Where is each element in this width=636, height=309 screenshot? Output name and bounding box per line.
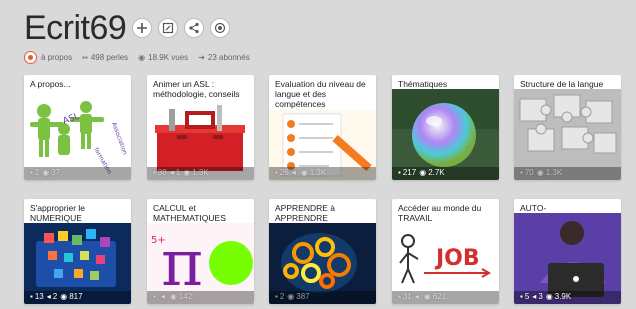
page-header: Ecrit69 [24, 6, 231, 50]
page-title: Ecrit69 [24, 8, 127, 47]
card-footer: ▪ ◂ ◉ 142 [153, 292, 193, 301]
grid-icon: ▪ [398, 168, 401, 177]
svg-text:π: π [161, 227, 203, 301]
eye-icon: ◉ [169, 292, 177, 301]
eye-icon: ◉ [138, 52, 146, 62]
card-evaluation[interactable]: Evaluation du niveau de langue et des co… [269, 75, 376, 180]
card-title: Thématiques [398, 79, 448, 89]
avatar[interactable] [24, 50, 37, 64]
card-title: Evaluation du niveau de langue et des co… [275, 79, 366, 109]
card-footer: ▪ 2 ◉ 387 [275, 292, 310, 301]
card-footer: ▪ 13 ◂ 2 ◉ 817 [30, 292, 83, 301]
likes-icon: ◂ [291, 168, 296, 177]
eye-icon: ◉ [419, 168, 427, 177]
card-apprendre[interactable]: APPRENDRE à APPRENDRE ▪ 2 ◉ 387 [269, 199, 376, 304]
follow-button[interactable] [210, 18, 231, 38]
likes-icon: ◂ [532, 292, 537, 301]
eye-icon: ◉ [423, 292, 431, 301]
eye-icon: ◉ [183, 168, 191, 177]
share-icon [189, 22, 199, 34]
card-footer: ▪ 217 ◉ 2.7K [398, 168, 445, 177]
card-image [514, 213, 621, 304]
grid-icon: ▪ [520, 292, 523, 301]
eye-icon: ◉ [42, 168, 50, 177]
pearls-stat: ▪▪ 498 perles [82, 53, 128, 62]
grid-icon: ▪ [520, 168, 523, 177]
card-calcul[interactable]: CALCUL et MATHEMATIQUES π 5+ ▪ ◂ ◉ 142 [147, 199, 254, 304]
add-button[interactable] [132, 18, 153, 38]
card-thematiques[interactable]: Thématiques ▪ 217 ◉ 2.7K [392, 75, 499, 180]
about-link[interactable]: à propos [41, 53, 72, 62]
views-count: 18.9K vues [148, 52, 189, 62]
grid-icon: ▪ [30, 168, 33, 177]
share-button[interactable] [184, 18, 205, 38]
follow-icon [215, 22, 226, 34]
subscribers-stat[interactable]: ➜ 23 abonnés [198, 53, 250, 62]
card-auto-apprentissage[interactable]: AUTO-APPRENTISSAGE ▪5 ◂3 ◉3.9K [514, 199, 621, 304]
card-title: Animer un ASL : méthodologie, conseils [153, 79, 240, 99]
card-footer: ▪ 70 ◉ 1.3K [520, 168, 563, 177]
card-footer: ▪ 31 ◂ ◉ 621 [398, 292, 447, 301]
edit-icon [163, 22, 174, 34]
edit-button[interactable] [158, 18, 179, 38]
grid-icon: ▪ [275, 292, 278, 301]
likes-icon: ◂ [414, 292, 419, 301]
eye-icon: ◉ [536, 168, 544, 177]
card-title: A propos... [30, 79, 71, 89]
card-image: ASL formation Association [24, 89, 131, 180]
card-title: CALCUL et MATHEMATIQUES [153, 203, 226, 223]
grid-icon: ▪ [30, 292, 33, 301]
svg-text:5+: 5+ [151, 235, 166, 246]
card-title: APPRENDRE à APPRENDRE [275, 203, 335, 223]
card-title: Structure de la langue [520, 79, 604, 89]
subscribers-icon: ➜ [198, 52, 205, 62]
likes-icon: ◂ [169, 168, 174, 177]
stats-bar: à propos ▪▪ 498 perles ◉ 18.9K vues ➜ 23… [24, 50, 260, 64]
eye-icon: ◉ [300, 168, 308, 177]
eye-icon: ◉ [60, 292, 68, 301]
grid-icon: ▪ [153, 292, 156, 301]
grid-icon: ▪ [398, 292, 401, 301]
eye-icon: ◉ [287, 292, 295, 301]
grid-icon: ▪ [275, 168, 278, 177]
subscribers-count: 23 abonnés [207, 52, 250, 62]
likes-icon: ◂ [46, 292, 51, 301]
card-title: Accéder au monde du TRAVAIL [398, 203, 482, 223]
card-image [392, 89, 499, 180]
pearls-count: 498 perles [90, 52, 129, 62]
about-label: à propos [41, 52, 73, 62]
card-animer-asl[interactable]: Animer un ASL : méthodologie, conseils ▪… [147, 75, 254, 180]
card-structure-langue[interactable]: Structure de la langue ▪ 70 ◉ 1.3K [514, 75, 621, 180]
plus-icon [137, 23, 148, 33]
card-title: S'approprier le NUMERIQUE [30, 203, 86, 223]
card-footer: ▪ 26 ◂ ◉ 1.3K [275, 168, 327, 177]
eye-icon: ◉ [545, 292, 553, 301]
grid-icon: ▪▪ [82, 52, 88, 62]
card-travail[interactable]: Accéder au monde du TRAVAIL JOB ▪ 31 ◂ ◉ 6… [392, 199, 499, 304]
grid-icon: ▪ [153, 168, 156, 177]
svg-text:JOB: JOB [434, 246, 480, 271]
card-footer: ▪ 5 ◂ 3 ◉ 3.9K [520, 292, 572, 301]
views-stat: ◉ 18.9K vues [138, 53, 188, 62]
card-numerique[interactable]: S'approprier le NUMERIQUE ▪ 13 ◂ 2 ◉ 817 [24, 199, 131, 304]
card-footer: ▪ 38 ◂ 1 ◉ 1.3K [153, 168, 209, 177]
card-image [514, 89, 621, 180]
likes-icon: ◂ [160, 292, 165, 301]
card-footer: ▪ 2 ◉ 37 [30, 168, 61, 177]
card-about[interactable]: A propos... ASL formation Association ▪ … [24, 75, 131, 180]
